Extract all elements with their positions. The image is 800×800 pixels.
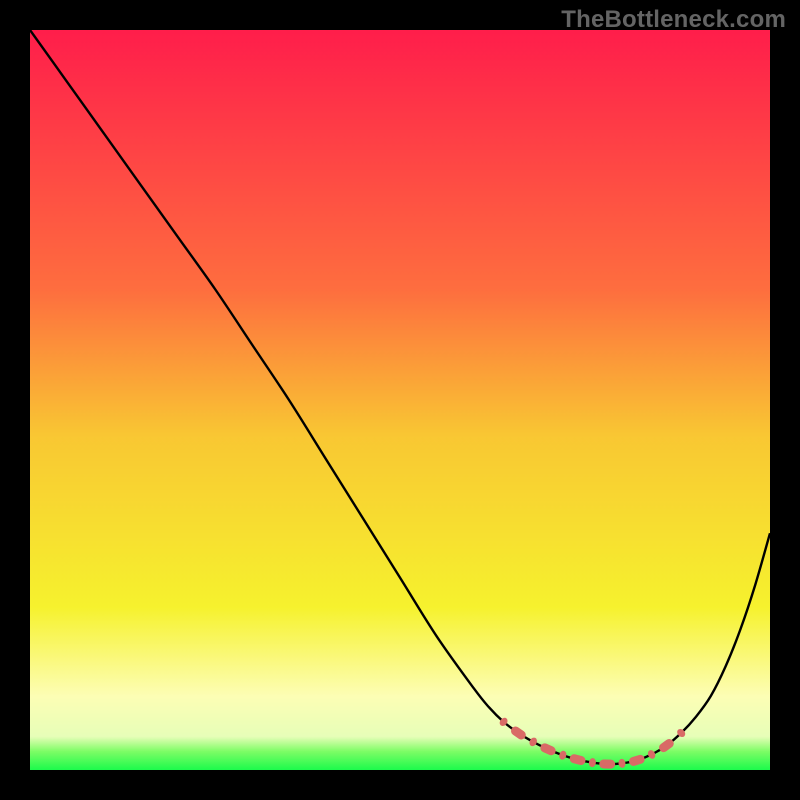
optimum-marker [528, 736, 538, 747]
optimum-marker [498, 716, 509, 727]
optimum-marker [569, 753, 587, 766]
optimum-marker [628, 754, 646, 767]
optimum-marker [558, 750, 568, 761]
optimum-marker [676, 727, 687, 738]
optimum-marker [646, 749, 656, 760]
optimum-marker [539, 742, 557, 757]
chart-frame: TheBottleneck.com [0, 0, 800, 800]
optimum-marker [509, 725, 527, 741]
plot-area [30, 30, 770, 770]
watermark-text: TheBottleneck.com [561, 6, 786, 34]
optimum-marker [599, 759, 615, 768]
optimum-marker [618, 758, 626, 768]
optimum-marker [657, 737, 675, 754]
optimum-markers [30, 30, 770, 770]
optimum-marker [588, 758, 596, 768]
